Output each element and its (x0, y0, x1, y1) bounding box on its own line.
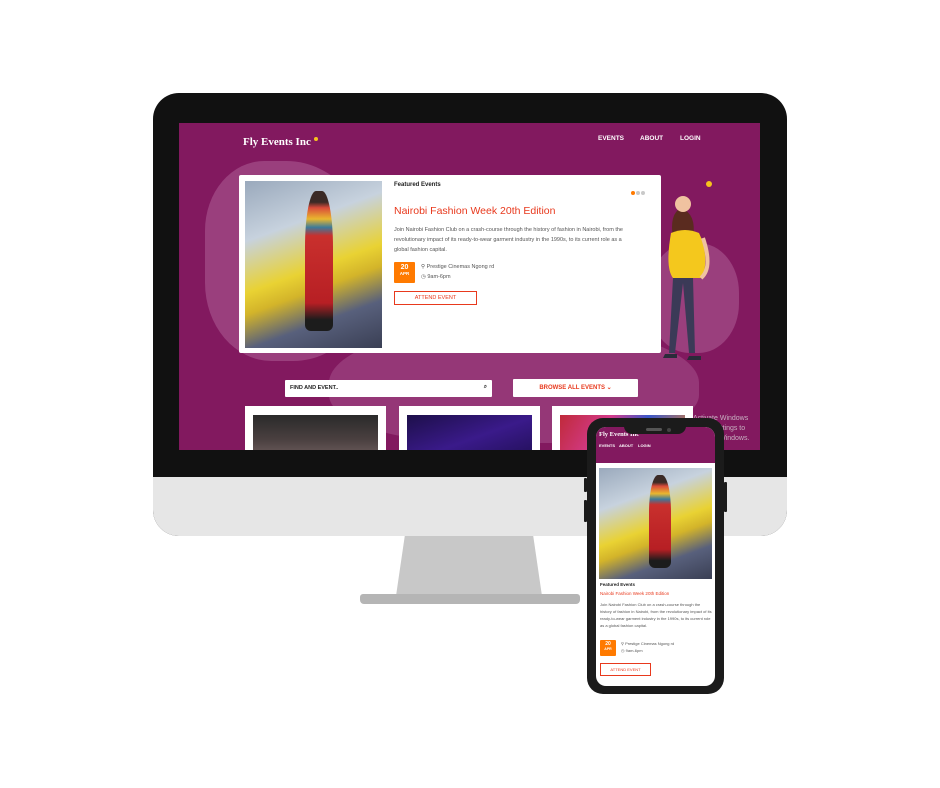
event-time: ◷ 9am-6pm (421, 274, 451, 280)
event-date-badge: 20 APR (600, 640, 616, 656)
nav-about[interactable]: ABOUT (619, 443, 633, 448)
map-pin-icon: ⚲ (421, 264, 426, 270)
monitor-stand-base (360, 594, 580, 604)
event-time: ◷ 9am-6pm (621, 648, 643, 653)
nav-login[interactable]: LOGIN (638, 443, 651, 448)
phone-camera (667, 428, 671, 432)
event-description: Join Nairobi Fashion Club on a crash-cou… (394, 227, 623, 253)
nav-events[interactable]: EVENTS (599, 443, 615, 448)
phone-side-button (584, 500, 587, 522)
model-figure (648, 474, 672, 568)
venue-text: Prestige Cinemas Ngong rd (426, 264, 495, 270)
venue-text: Prestige Cinemas Ngong rd (625, 641, 675, 646)
event-title[interactable]: Nairobi Fashion Week 20th Edition (600, 591, 669, 596)
date-month: APR (399, 271, 410, 276)
featured-heading: Featured Events (600, 582, 636, 587)
thumbnail-image (407, 415, 532, 450)
featured-event-card: Featured Events Nairobi Fashion Week 20t… (239, 175, 661, 353)
search-icon[interactable]: ⌕ (484, 384, 487, 391)
brand-logo[interactable]: Fly Events Inc (243, 136, 311, 148)
clock-icon: ◷ (421, 274, 426, 280)
nav-events[interactable]: EVENTS (598, 135, 624, 142)
event-thumbnail-card[interactable] (245, 406, 386, 450)
event-thumbnail-card[interactable] (399, 406, 540, 450)
time-text: 9am-6pm (427, 274, 451, 280)
woman-illustration (663, 181, 712, 360)
attend-event-button[interactable]: ATTEND EVENT (600, 663, 651, 676)
date-day: 20 (605, 641, 611, 647)
thumbnail-image (253, 415, 378, 450)
carousel-dots[interactable] (631, 182, 646, 200)
carousel-dot[interactable] (636, 191, 640, 195)
time-text: 9am-6pm (625, 648, 643, 653)
search-input[interactable]: FIND AND EVENT.. ⌕ (285, 380, 492, 397)
search-placeholder: FIND AND EVENT.. (290, 385, 339, 391)
attend-event-button[interactable]: ATTEND EVENT (394, 291, 477, 305)
phone-power-button (724, 482, 727, 512)
chevron-down-icon: ⌄ (606, 385, 612, 391)
browse-label: BROWSE ALL EVENTS (539, 385, 605, 391)
carousel-dot[interactable] (631, 191, 635, 195)
event-photo (599, 468, 712, 579)
map-pin-icon: ⚲ (621, 641, 624, 646)
nav-about[interactable]: ABOUT (640, 135, 663, 142)
event-title[interactable]: Nairobi Fashion Week 20th Edition (394, 205, 555, 217)
featured-heading: Featured Events (394, 182, 441, 188)
phone-side-button (584, 478, 587, 492)
clock-icon: ◷ (621, 648, 625, 653)
nav-login[interactable]: LOGIN (680, 135, 701, 142)
date-month: APR (604, 647, 612, 651)
phone-screen: Fly Events Inc EVENTS ABOUT LOGIN Featur… (596, 427, 715, 686)
desktop-screen: Fly Events Inc EVENTS ABOUT LOGIN Featur… (179, 123, 760, 450)
event-date-badge: 20 APR (394, 262, 415, 283)
event-description: Join Nairobi Fashion Club on a crash-cou… (600, 602, 712, 628)
event-venue: ⚲ Prestige Cinemas Ngong rd (421, 264, 494, 270)
model-figure (305, 191, 333, 332)
browse-events-button[interactable]: BROWSE ALL EVENTS ⌄ (513, 379, 638, 397)
logo-dot (314, 137, 318, 141)
monitor-stand (396, 536, 542, 596)
carousel-dot[interactable] (641, 191, 645, 195)
date-day: 20 (400, 264, 409, 271)
event-venue: ⚲ Prestige Cinemas Ngong rd (621, 641, 674, 646)
event-photo (245, 181, 382, 348)
phone-speaker (646, 428, 662, 431)
